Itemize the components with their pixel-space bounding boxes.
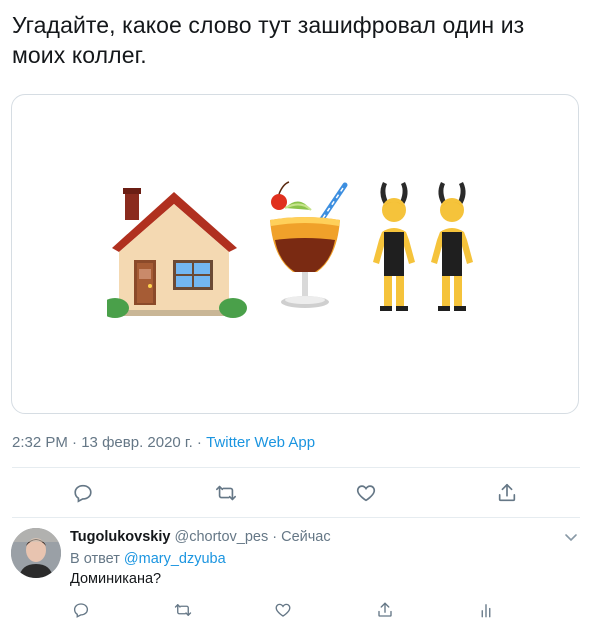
retweet-icon (174, 604, 192, 616)
chevron-down-icon[interactable] (563, 529, 579, 545)
people-with-bunny-ears-emoji (373, 182, 473, 311)
reply-like-button[interactable] (272, 599, 294, 621)
divider (12, 517, 580, 518)
tweet-date[interactable]: 13 февр. 2020 г. (81, 434, 193, 451)
reply-icon (73, 603, 89, 618)
reply-analytics-button[interactable] (475, 599, 497, 621)
reply-author-name[interactable]: Tugolukovskiy (70, 529, 170, 545)
reply-to-mention[interactable]: @mary_dzyuba (124, 551, 226, 567)
reply-header: Tugolukovskiy @chortov_pes · Сейчас (70, 529, 331, 545)
reply-to-line: В ответ @mary_dzyuba (70, 551, 226, 567)
reply-text: Доминикана? (70, 571, 162, 587)
house-emoji (107, 188, 247, 318)
meta-separator: · (196, 434, 202, 451)
like-button[interactable] (353, 480, 379, 506)
tropical-drink-emoji (270, 181, 348, 308)
reply-separator: · (272, 529, 278, 545)
tweet-source-link[interactable]: Twitter Web App (206, 434, 315, 451)
reply-reply-button[interactable] (70, 599, 92, 621)
reply-tweet[interactable]: Tugolukovskiy @chortov_pes · Сейчас В от… (0, 519, 594, 627)
share-icon (498, 483, 516, 502)
tweet-text: Угадайте, какое слово тут зашифровал оди… (12, 12, 525, 68)
tweet-time[interactable]: 2:32 PM (12, 434, 68, 451)
reply-author-handle[interactable]: @chortov_pes (174, 529, 268, 545)
reply-share-button[interactable] (374, 599, 396, 621)
emoji-image (107, 181, 473, 318)
tweet-metadata: 2:32 PM · 13 февр. 2020 г. · Twitter Web… (12, 434, 315, 451)
reply-icon (74, 484, 92, 503)
reply-button[interactable] (70, 480, 96, 506)
retweet-button[interactable] (213, 480, 239, 506)
share-icon (378, 602, 392, 617)
meta-separator: · (72, 434, 78, 451)
like-icon (356, 485, 376, 502)
share-button[interactable] (494, 480, 520, 506)
reply-retweet-button[interactable] (172, 599, 194, 621)
analytics-icon (481, 604, 491, 618)
retweet-icon (216, 485, 236, 501)
like-icon (275, 603, 291, 617)
avatar[interactable] (11, 528, 61, 578)
reply-to-label: В ответ (70, 551, 120, 567)
reply-time[interactable]: Сейчас (281, 529, 331, 545)
divider (12, 467, 580, 468)
tweet-media-card[interactable] (11, 94, 579, 414)
